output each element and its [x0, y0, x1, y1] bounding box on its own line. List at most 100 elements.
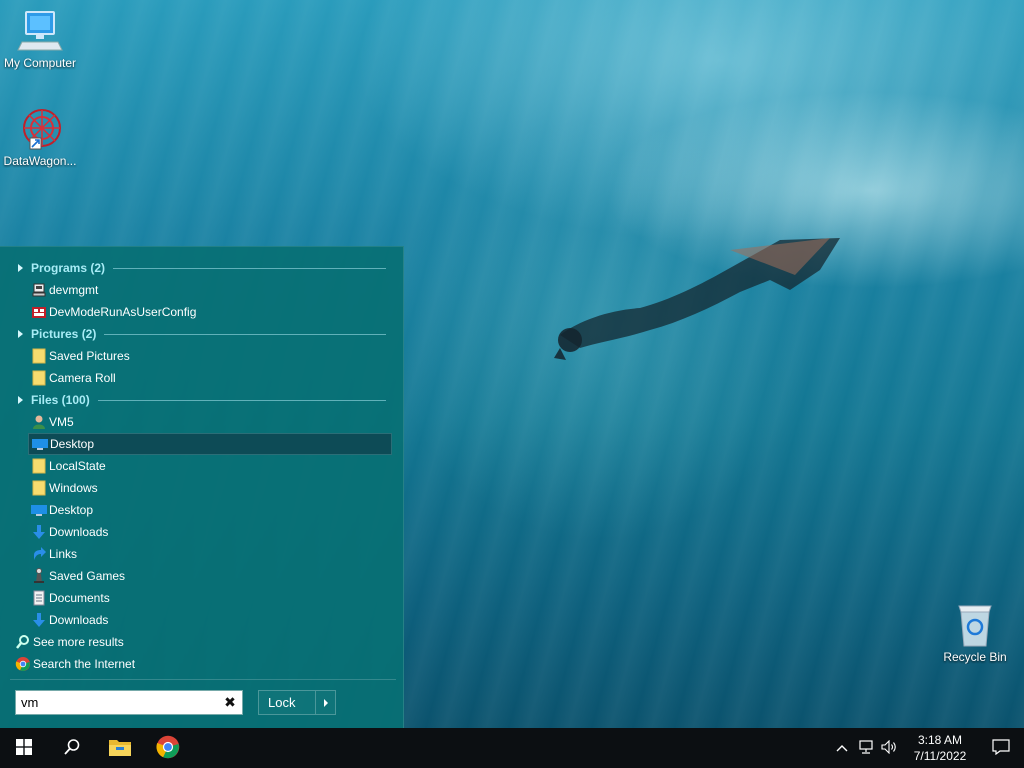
result-devmgmt[interactable]: devmgmt — [28, 279, 392, 301]
folder-icon — [31, 370, 47, 386]
result-saved-games[interactable]: Saved Games — [28, 565, 392, 587]
desktop-icon-label: My Computer — [3, 56, 77, 70]
taskbar-chrome[interactable] — [144, 728, 192, 768]
result-label: LocalState — [49, 459, 106, 473]
result-camera-roll[interactable]: Camera Roll — [28, 367, 392, 389]
result-label: Windows — [49, 481, 98, 495]
links-icon — [31, 546, 47, 562]
result-label: Desktop — [50, 437, 95, 451]
desktop-folder-icon — [31, 502, 47, 518]
documents-icon — [31, 590, 47, 606]
result-downloads[interactable]: Downloads — [28, 521, 392, 543]
result-label: Documents — [49, 591, 110, 605]
result-windows[interactable]: Windows — [28, 477, 392, 499]
result-label: Saved Games — [49, 569, 126, 583]
chrome-icon — [15, 656, 31, 672]
notification-icon — [992, 738, 1010, 758]
saved-games-icon — [31, 568, 47, 584]
desktop-folder-icon — [32, 436, 48, 452]
device-manager-icon — [31, 282, 47, 298]
folder-icon — [108, 737, 132, 760]
start-button[interactable] — [0, 728, 48, 768]
lock-button[interactable]: Lock — [258, 690, 336, 715]
taskbar-clock[interactable]: 3:18 AM 7/11/2022 — [902, 732, 978, 764]
result-label: VM5 — [49, 415, 74, 429]
divider — [113, 267, 386, 269]
group-header-programs[interactable]: Programs (2) — [0, 257, 404, 279]
downloads-icon — [31, 612, 47, 628]
expand-arrow-icon — [18, 330, 23, 338]
taskbar-file-explorer[interactable] — [96, 728, 144, 768]
volume-button[interactable] — [878, 728, 902, 768]
registry-icon — [31, 304, 47, 320]
result-label: DevModeRunAsUserConfig — [49, 305, 197, 319]
result-vm5[interactable]: VM5 — [28, 411, 392, 433]
group-title: Programs (2) — [31, 261, 106, 275]
desktop-icon-label: Recycle Bin — [943, 650, 1007, 664]
downloads-icon — [31, 524, 47, 540]
result-label: Saved Pictures — [49, 349, 130, 363]
network-button[interactable] — [854, 728, 878, 768]
search-input[interactable] — [16, 692, 218, 713]
search-results: Programs (2) devmgmt DevModeRunAsUserCon… — [0, 257, 404, 675]
power-options-arrow-icon[interactable] — [315, 691, 335, 714]
result-label: devmgmt — [49, 283, 99, 297]
taskbar-search-button[interactable] — [48, 728, 96, 768]
chevron-up-icon — [836, 741, 848, 755]
wallpaper-diver — [554, 238, 840, 360]
result-downloads-2[interactable]: Downloads — [28, 609, 392, 631]
divider — [104, 333, 386, 335]
desktop-icon-my-computer[interactable]: My Computer — [0, 8, 80, 70]
folder-icon — [31, 480, 47, 496]
recycle-bin-icon — [951, 602, 999, 648]
result-label: Camera Roll — [49, 371, 116, 385]
computer-icon — [16, 8, 64, 54]
result-desktop[interactable]: Desktop — [28, 499, 392, 521]
folder-icon — [31, 348, 47, 364]
search-icon — [15, 634, 31, 650]
network-icon — [858, 739, 874, 757]
datawagon-icon — [16, 106, 64, 152]
folder-icon — [31, 458, 47, 474]
result-label: Downloads — [49, 525, 109, 539]
result-localstate[interactable]: LocalState — [28, 455, 392, 477]
desktop-icon-label: DataWagon... — [3, 154, 77, 168]
group-header-files[interactable]: Files (100) — [0, 389, 404, 411]
divider — [10, 679, 396, 680]
see-more-label: See more results — [33, 635, 124, 649]
divider — [97, 399, 386, 401]
result-documents[interactable]: Documents — [28, 587, 392, 609]
taskbar: 3:18 AM 7/11/2022 — [0, 728, 1024, 768]
result-label: Downloads — [49, 613, 109, 627]
result-devmoderunasuserconfig[interactable]: DevModeRunAsUserConfig — [28, 301, 392, 323]
desktop-icon-datawagon[interactable]: DataWagon... — [0, 106, 80, 168]
expand-arrow-icon — [18, 396, 23, 404]
result-label: Links — [49, 547, 78, 561]
result-desktop-selected[interactable]: Desktop — [28, 433, 392, 455]
chrome-icon — [156, 735, 180, 762]
search-icon — [63, 738, 81, 759]
action-center-button[interactable] — [978, 728, 1024, 768]
search-internet-link[interactable]: Search the Internet — [0, 653, 404, 675]
start-search-box[interactable]: ✖ — [15, 690, 243, 715]
clock-time: 3:18 AM — [917, 733, 963, 747]
result-saved-pictures[interactable]: Saved Pictures — [28, 345, 392, 367]
group-header-pictures[interactable]: Pictures (2) — [0, 323, 404, 345]
see-more-results-link[interactable]: See more results — [0, 631, 404, 653]
system-tray: 3:18 AM 7/11/2022 — [830, 728, 1024, 768]
windows-logo-icon — [16, 738, 32, 758]
speaker-icon — [881, 739, 899, 757]
user-folder-icon — [31, 414, 47, 430]
search-internet-label: Search the Internet — [33, 657, 136, 671]
group-title: Pictures (2) — [31, 327, 97, 341]
clear-search-icon[interactable]: ✖ — [218, 694, 242, 711]
result-links[interactable]: Links — [28, 543, 392, 565]
result-label: Desktop — [49, 503, 94, 517]
clock-date: 7/11/2022 — [913, 749, 967, 763]
start-menu: Programs (2) devmgmt DevModeRunAsUserCon… — [0, 246, 404, 728]
desktop-icon-recycle-bin[interactable]: Recycle Bin — [935, 602, 1015, 664]
show-hidden-icons-button[interactable] — [830, 728, 854, 768]
group-title: Files (100) — [31, 393, 90, 407]
expand-arrow-icon — [18, 264, 23, 272]
lock-button-label: Lock — [268, 695, 296, 710]
